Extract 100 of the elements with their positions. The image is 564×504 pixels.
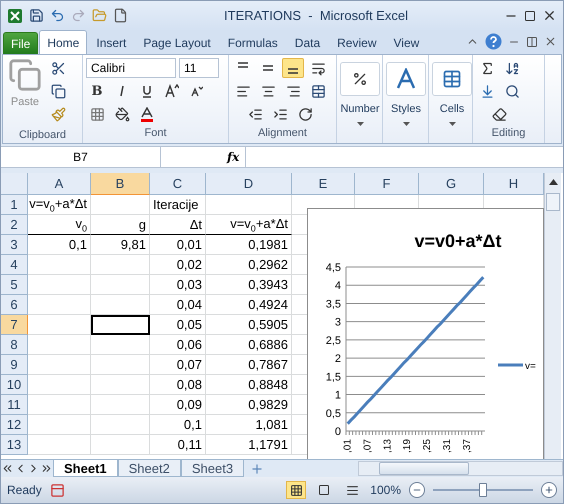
row-header[interactable]: 8 [1, 335, 28, 355]
help-icon[interactable] [485, 33, 502, 50]
scroll-thumb[interactable] [546, 193, 560, 211]
axis-label: 0 [334, 426, 341, 438]
row-header[interactable]: 5 [1, 275, 28, 295]
row-header[interactable]: 4 [1, 255, 28, 275]
column-header[interactable]: B [91, 173, 150, 195]
zoom-in-button[interactable] [541, 482, 557, 498]
row-header[interactable]: 1 [1, 195, 28, 215]
row-header[interactable]: 9 [1, 355, 28, 375]
ribbon-tab[interactable]: View [386, 30, 428, 54]
line-chart[interactable]: v=v0+a*Δt 0 0,5 1 1,5 2 2,5 3 3,5 4 4,5 ,01 ,07 ,13 ,19 ,25 ,31 ,37 v= [307, 208, 544, 459]
undo-icon[interactable] [50, 8, 65, 23]
font-size-field[interactable]: 11 [179, 58, 219, 78]
table-cell [91, 415, 150, 435]
axis-label: ,13 [382, 439, 394, 453]
axis-label: ,31 [442, 439, 453, 453]
table-cell: 0,02 [150, 255, 206, 275]
name-box[interactable]: B7 [1, 147, 161, 167]
legend-line [498, 364, 523, 366]
axis-label: 2,5 [326, 334, 341, 347]
table-cell: 0,5905 [206, 315, 292, 335]
table-cell: 0,11 [150, 435, 206, 455]
axis-label: ,07 [362, 439, 374, 453]
column-header[interactable]: F [355, 173, 419, 195]
table-cell: 1,081 [206, 415, 292, 435]
table-cell: 0,06 [150, 335, 206, 355]
row-header[interactable]: 13 [1, 435, 28, 455]
active-cell[interactable] [91, 315, 150, 335]
row-header[interactable]: 7 [1, 315, 28, 335]
cut-icon [50, 60, 66, 76]
ribbon-tab[interactable]: File [3, 32, 38, 54]
close-icon[interactable] [542, 8, 557, 23]
scroll-thumb[interactable] [379, 462, 469, 475]
table-cell: v=v$_{0}$+a*Δt [206, 215, 292, 235]
row-header[interactable]: 12 [1, 415, 28, 435]
ribbon-tab[interactable]: Review [329, 30, 384, 54]
column-header[interactable]: D [206, 173, 292, 195]
align-bottom-button[interactable] [282, 58, 304, 78]
table-cell [28, 275, 91, 295]
column-header[interactable]: C [150, 173, 206, 195]
horizontal-scrollbar[interactable] [358, 461, 563, 476]
save-icon[interactable] [29, 8, 44, 23]
axis-label: 4,5 [326, 262, 341, 274]
sheet-tab[interactable]: Sheet2 [118, 460, 181, 477]
row-header[interactable]: 10 [1, 375, 28, 395]
sheet-tab[interactable]: Sheet3 [180, 460, 244, 477]
ribbon-tab[interactable]: Insert [88, 30, 134, 54]
group-label: Clipboard [18, 129, 68, 143]
vertical-scrollbar[interactable] [544, 173, 561, 459]
table-cell: Δt [150, 215, 206, 235]
align-top-icon [237, 62, 249, 68]
macro-record-icon[interactable] [50, 482, 65, 498]
row-header[interactable]: 6 [1, 295, 28, 315]
ribbon-tab[interactable]: Data [286, 30, 328, 54]
table-cell [91, 355, 150, 375]
group-label: Font [143, 127, 168, 141]
row-header[interactable]: 2 [1, 215, 28, 235]
column-header[interactable]: E [292, 173, 355, 195]
maximize-icon[interactable] [524, 10, 536, 22]
zoom-level[interactable]: 100% [370, 483, 401, 497]
first-sheet-icon[interactable] [1, 462, 14, 475]
ribbon-tab[interactable]: Page Layout [135, 30, 219, 54]
ribbon-tab[interactable]: Home [39, 30, 88, 54]
table-cell: v$_{0}$ [28, 215, 91, 235]
table-cell: v=v$_{0}$+a*Δt [28, 195, 91, 215]
row-header[interactable]: 3 [1, 235, 28, 255]
column-header[interactable]: H [484, 173, 544, 195]
ribbon-tab[interactable]: Formulas [220, 30, 286, 54]
font-name-field[interactable]: Calibri [86, 58, 176, 78]
bold-button[interactable]: B [86, 81, 108, 101]
table-cell: 0,4924 [206, 295, 292, 315]
caret-icon [448, 122, 456, 126]
table-cell [28, 415, 91, 435]
table-cell [91, 335, 150, 355]
insert-sheet-icon[interactable] [250, 462, 264, 476]
table-cell: 0,07 [150, 355, 206, 375]
last-sheet-icon[interactable] [40, 462, 53, 475]
axis-label: ,25 [422, 439, 434, 453]
column-header[interactable]: G [419, 173, 484, 195]
close-icon[interactable] [544, 35, 557, 48]
row-header[interactable]: 11 [1, 395, 28, 415]
table-cell [91, 275, 150, 295]
borders-icon [90, 106, 104, 122]
table-cell: 0,2962 [206, 255, 292, 275]
zoom-out-button[interactable] [409, 482, 425, 498]
scroll-up-icon[interactable] [548, 179, 558, 185]
restore-icon[interactable] [526, 36, 538, 48]
slider-thumb[interactable] [479, 483, 487, 497]
table-cell: 0,6886 [206, 335, 292, 355]
wrap-text-icon [310, 60, 326, 76]
excel-icon[interactable] [7, 8, 23, 24]
insert-function-button[interactable]: fx [221, 150, 246, 164]
new-file-icon[interactable] [113, 8, 128, 23]
lines-icon [346, 484, 359, 496]
table-cell [91, 375, 150, 395]
table-cell [28, 335, 91, 355]
sheet-tab[interactable]: Sheet1 [53, 460, 118, 477]
column-header[interactable]: A [28, 173, 91, 195]
view-button[interactable] [286, 481, 306, 499]
